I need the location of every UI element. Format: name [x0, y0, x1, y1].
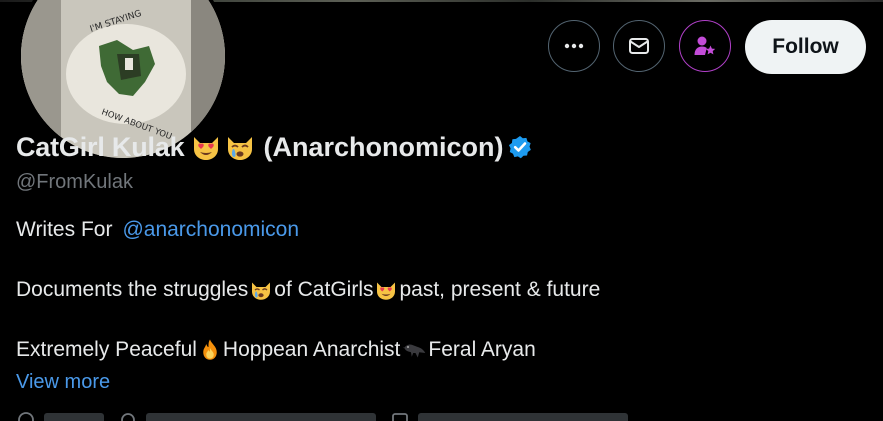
meta-text-clipped — [146, 413, 376, 421]
display-name-suffix: (Anarchonomicon) — [263, 131, 504, 162]
bio-line-2: Documents the struggles of CatGirls past… — [16, 278, 600, 302]
profile-handle: @FromKulak — [16, 171, 133, 193]
heart-eyes-cat-emoji — [377, 282, 396, 300]
bio-text: of CatGirls — [274, 278, 374, 301]
bio-text: past, present & future — [399, 278, 601, 301]
bio-text: Documents the struggles — [16, 278, 249, 301]
follow-button-label: Follow — [772, 35, 839, 58]
profile-meta-row — [16, 410, 628, 421]
heart-eyes-cat-emoji — [194, 137, 219, 160]
envelope-icon — [629, 38, 649, 54]
calendar-icon — [392, 413, 408, 421]
location-icon — [18, 412, 34, 421]
fire-emoji — [203, 339, 217, 360]
more-dots-icon — [564, 43, 584, 49]
bio-text: Writes For — [16, 218, 113, 241]
verified-badge-icon[interactable] — [507, 134, 533, 160]
message-button[interactable] — [613, 20, 665, 72]
bio-text: Feral Aryan — [428, 338, 536, 361]
display-name: CatGirl Kulak — [16, 131, 185, 162]
bio-line-1: Writes For @anarchonomicon — [16, 218, 299, 242]
person-star-icon — [694, 36, 716, 55]
link-icon — [121, 413, 135, 421]
meta-item-link — [118, 410, 376, 421]
view-more-link[interactable]: View more — [16, 371, 110, 394]
meta-item-joined — [390, 410, 628, 421]
bio-text: Extremely Peaceful — [16, 338, 197, 361]
bio-mention-link[interactable]: @anarchonomicon — [122, 218, 299, 242]
meta-text-clipped — [418, 413, 628, 421]
profile-header: I'M STAYING HOW ABOUT YOU Follow CatGirl… — [0, 0, 883, 421]
subscribe-button[interactable] — [679, 20, 731, 72]
display-name-row: CatGirl Kulak (Anarchonomicon) — [16, 127, 533, 167]
crow-emoji — [403, 344, 426, 358]
meta-text-clipped — [44, 413, 104, 421]
bio-line-3: Extremely Peaceful Hoppean Anarchist Fer… — [16, 338, 536, 362]
more-button[interactable] — [548, 20, 600, 72]
crying-cat-emoji — [228, 137, 253, 160]
crying-cat-emoji — [252, 282, 271, 300]
bio-text: Hoppean Anarchist — [222, 338, 401, 361]
meta-item-location — [16, 410, 104, 421]
follow-button[interactable]: Follow — [745, 20, 866, 74]
